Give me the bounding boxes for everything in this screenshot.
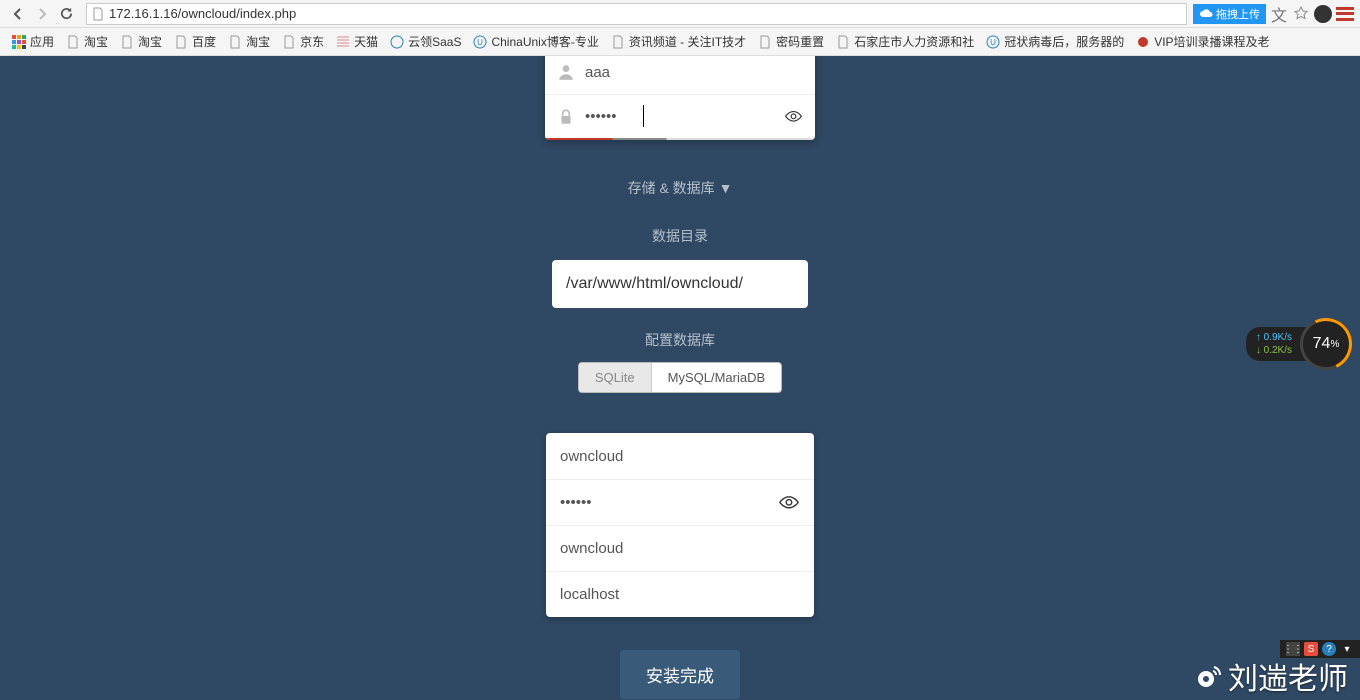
browser-toolbar: 172.16.1.16/owncloud/index.php 拖拽上传 文	[0, 0, 1360, 28]
storage-db-toggle[interactable]: 存储 & 数据库 ▼	[628, 178, 733, 198]
db-user-input[interactable]	[560, 448, 800, 465]
bookmark-item[interactable]: U冠状病毒后，服务器的	[980, 33, 1130, 50]
profile-avatar[interactable]	[1314, 5, 1332, 23]
bookmark-item[interactable]: 云领SaaS	[384, 33, 467, 50]
page-icon	[836, 35, 850, 49]
back-button[interactable]	[6, 2, 30, 26]
apps-grid-icon	[12, 35, 26, 49]
configure-db-label: 配置数据库	[645, 330, 715, 350]
url-bar[interactable]: 172.16.1.16/owncloud/index.php	[86, 3, 1187, 25]
weibo-icon	[1196, 663, 1222, 689]
admin-username-input[interactable]	[585, 64, 803, 81]
bookmark-item[interactable]: 石家庄市人力资源和社	[830, 33, 980, 50]
svg-text:U: U	[478, 38, 484, 47]
apps-button[interactable]: 应用	[6, 33, 60, 50]
watermark: 刘遄老师	[1196, 654, 1348, 698]
network-usage-circle: 74%	[1300, 318, 1352, 370]
admin-password-row	[545, 94, 815, 138]
bookmark-item[interactable]: 天猫	[330, 33, 384, 50]
bookmark-item[interactable]: 淘宝	[60, 33, 114, 50]
page-icon	[228, 35, 242, 49]
page-icon	[91, 7, 105, 21]
translate-icon[interactable]: 文	[1270, 5, 1288, 23]
page-icon	[120, 35, 134, 49]
bookmark-item[interactable]: UChinaUnix博客-专业	[467, 33, 604, 50]
finish-setup-button[interactable]: 安装完成	[619, 649, 741, 700]
page-icon	[282, 35, 296, 49]
db-name-input[interactable]	[560, 540, 800, 557]
db-type-toggle: SQLite MySQL/MariaDB	[578, 362, 782, 393]
globe-icon	[390, 35, 404, 49]
data-directory-label: 数据目录	[652, 226, 708, 246]
bookmark-item[interactable]: VIP培训录播课程及老	[1130, 33, 1275, 50]
url-text: 172.16.1.16/owncloud/index.php	[109, 6, 296, 21]
letter-icon: U	[986, 35, 1000, 49]
password-strength-meter	[545, 138, 815, 140]
upload-extension[interactable]: 拖拽上传	[1193, 4, 1266, 24]
db-option-mysql[interactable]: MySQL/MariaDB	[651, 363, 782, 392]
eye-icon[interactable]	[784, 110, 803, 123]
bookmark-item[interactable]: 淘宝	[222, 33, 276, 50]
menu-button[interactable]	[1336, 7, 1354, 21]
bookmark-item[interactable]: 淘宝	[114, 33, 168, 50]
admin-credentials-box	[545, 56, 815, 140]
bookmark-item[interactable]: 百度	[168, 33, 222, 50]
letter-icon: U	[473, 35, 487, 49]
bookmark-item[interactable]: 资讯频道 - 关注IT技才	[605, 33, 752, 50]
db-password-input[interactable]	[560, 494, 778, 511]
redhat-icon	[1136, 35, 1150, 49]
db-credentials-box	[546, 433, 814, 617]
page-icon	[174, 35, 188, 49]
db-option-sqlite[interactable]: SQLite	[579, 363, 651, 392]
page-icon	[66, 35, 80, 49]
admin-username-row	[545, 56, 815, 94]
network-monitor-widget[interactable]: ↑ 0.9K/s ↓ 0.2K/s 74%	[1246, 318, 1352, 370]
owncloud-setup-page: 存储 & 数据库 ▼ 数据目录 配置数据库 SQLite MySQL/Maria…	[0, 56, 1360, 700]
star-icon[interactable]	[1292, 5, 1310, 23]
page-icon	[758, 35, 772, 49]
forward-button[interactable]	[30, 2, 54, 26]
bookmarks-bar: 应用 淘宝 淘宝 百度 淘宝 京东 天猫 云领SaaS UChinaUnix博客…	[0, 28, 1360, 56]
lock-icon	[557, 108, 575, 126]
eye-icon[interactable]	[778, 495, 800, 510]
cloud-icon	[1199, 8, 1213, 20]
stripes-icon	[336, 35, 350, 49]
admin-password-input[interactable]	[585, 108, 784, 125]
page-icon	[611, 35, 625, 49]
bookmark-item[interactable]: 密码重置	[752, 33, 830, 50]
data-directory-box	[552, 260, 808, 308]
bookmark-item[interactable]: 京东	[276, 33, 330, 50]
svg-text:U: U	[990, 38, 996, 47]
db-host-input[interactable]	[560, 586, 800, 603]
user-icon	[557, 63, 575, 81]
reload-button[interactable]	[54, 2, 78, 26]
data-directory-input[interactable]	[566, 275, 794, 293]
text-caret	[643, 105, 644, 127]
